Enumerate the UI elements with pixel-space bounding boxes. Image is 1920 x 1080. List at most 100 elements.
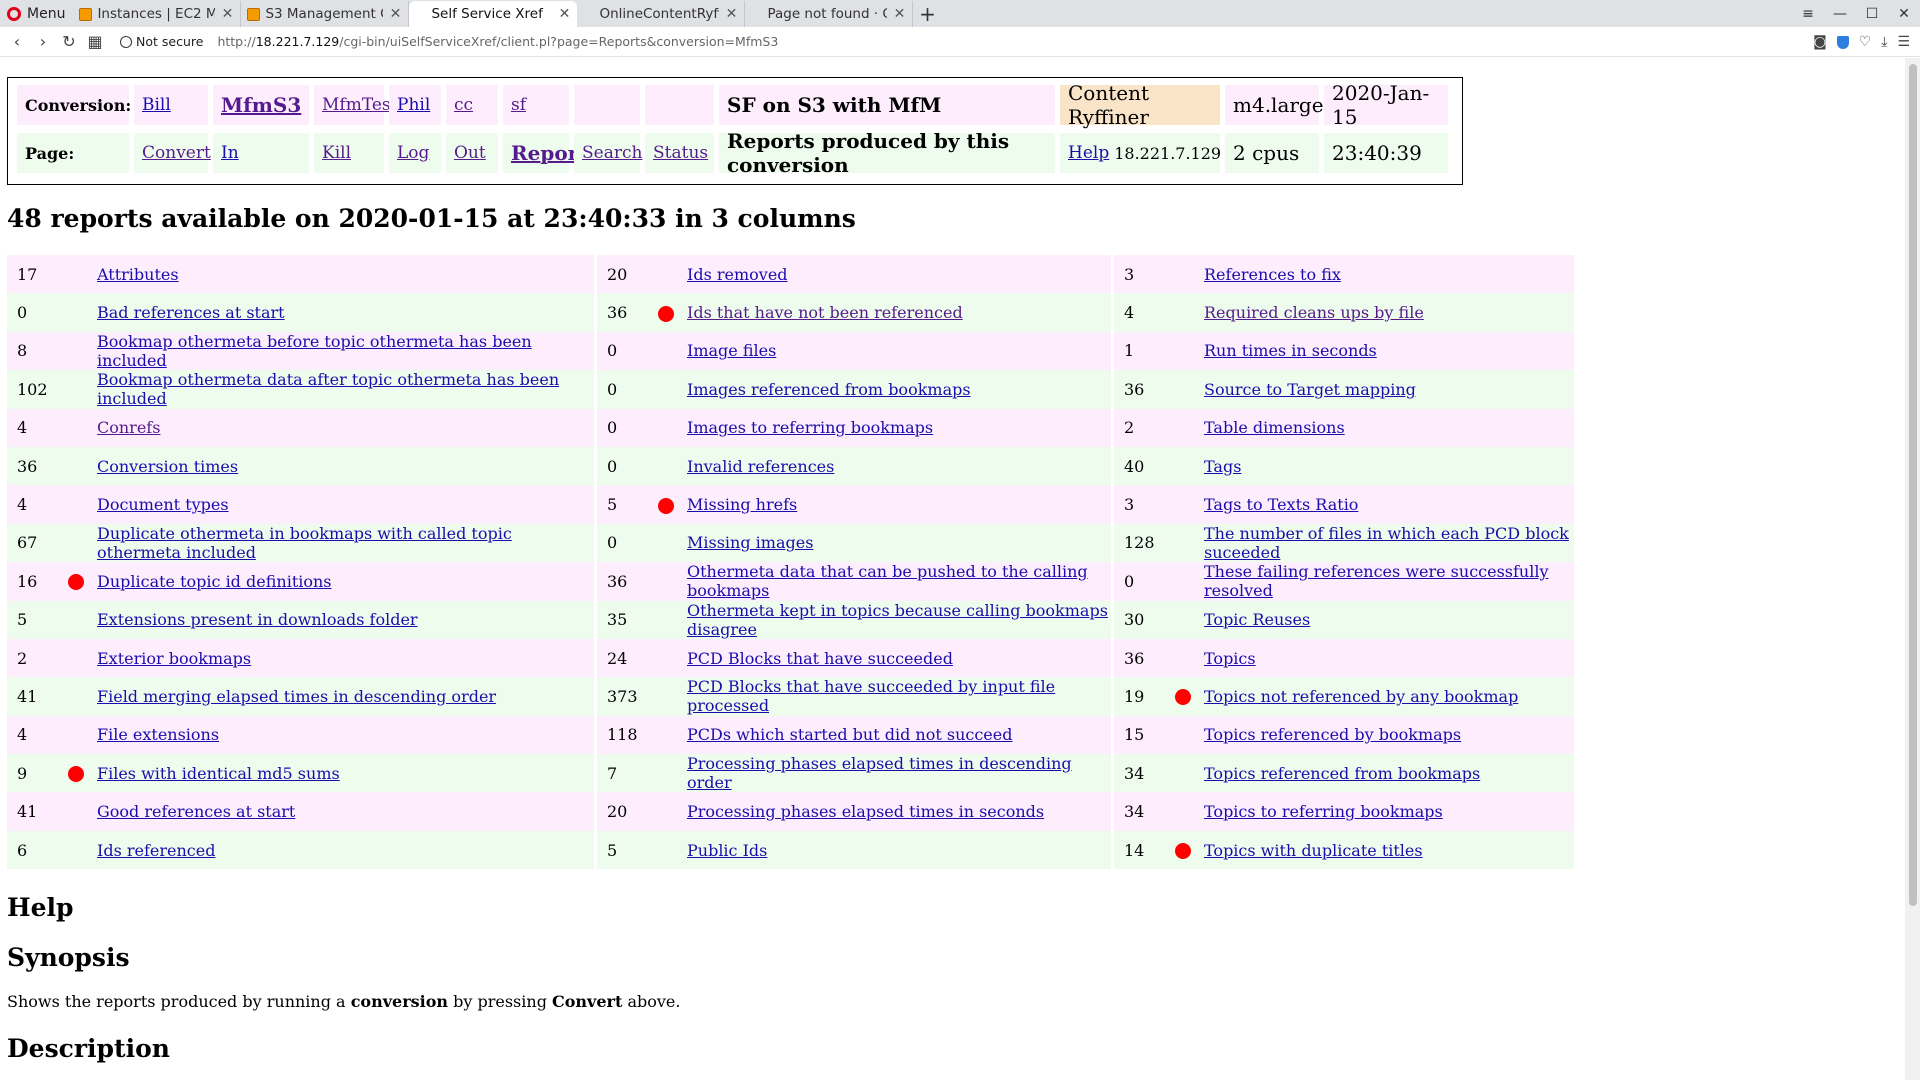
report-link[interactable]: PCDs which started but did not succeed [687, 725, 1012, 744]
report-link[interactable]: Attributes [97, 265, 179, 284]
close-window-icon[interactable]: ✕ [1888, 0, 1920, 27]
shield-icon[interactable] [1836, 35, 1849, 49]
report-link[interactable]: Duplicate topic id definitions [97, 572, 332, 591]
report-link[interactable]: Source to Target mapping [1204, 380, 1416, 399]
security-indicator[interactable]: Not secure [120, 34, 203, 49]
tab-ec2-instances[interactable]: Instances | EC2 Mar ✕ [73, 1, 242, 27]
report-link[interactable]: Topics referenced from bookmaps [1204, 764, 1480, 783]
report-link[interactable]: Bad references at start [97, 303, 285, 322]
back-arrow-icon[interactable]: ‹ [4, 32, 30, 51]
download-icon[interactable]: ⤓ [1881, 34, 1887, 50]
report-count: 17 [7, 255, 54, 294]
close-icon[interactable]: ✕ [724, 6, 738, 22]
tab-page-not-found[interactable]: Page not found · Git ✕ [745, 1, 914, 27]
maximize-icon[interactable]: ☐ [1856, 0, 1888, 27]
report-link[interactable]: Good references at start [97, 802, 295, 821]
close-icon[interactable]: ✕ [220, 6, 234, 22]
report-link[interactable]: Conrefs [97, 418, 160, 437]
easy-setup-icon[interactable]: ☰ [1897, 34, 1910, 50]
report-link[interactable]: Table dimensions [1204, 418, 1345, 437]
page-link[interactable]: In [221, 143, 239, 163]
report-link[interactable]: Topics [1204, 649, 1256, 668]
camera-icon[interactable]: ◙ [1813, 34, 1827, 50]
report-link[interactable]: Bookmap othermeta before topic othermeta… [97, 332, 532, 370]
report-link[interactable]: Ids that have not been referenced [687, 303, 963, 322]
report-link[interactable]: Topics referenced by bookmaps [1204, 725, 1461, 744]
report-link[interactable]: Othermeta data that can be pushed to the… [687, 562, 1088, 600]
minimize-icon[interactable]: — [1824, 0, 1856, 27]
report-link[interactable]: Processing phases elapsed times in secon… [687, 802, 1044, 821]
tab-label: Self Service Xref [431, 6, 543, 22]
report-link[interactable]: Invalid references [687, 457, 834, 476]
report-link[interactable]: Othermeta kept in topics because calling… [687, 601, 1108, 639]
speed-dial-grid-icon[interactable]: ▦ [82, 32, 108, 51]
conversion-link[interactable]: Bill [142, 95, 171, 115]
report-link[interactable]: Public Ids [687, 841, 767, 860]
report-link[interactable]: Extensions present in downloads folder [97, 610, 418, 629]
report-link[interactable]: Required cleans ups by file [1204, 303, 1424, 322]
conversion-link[interactable]: Phil [397, 95, 430, 115]
heart-icon[interactable]: ♡ [1859, 34, 1872, 50]
tab-s3-management[interactable]: S3 Management Co ✕ [241, 1, 410, 27]
report-link[interactable]: Ids removed [687, 265, 788, 284]
page-link[interactable]: Log [397, 143, 429, 163]
page-link[interactable]: Search [582, 143, 642, 163]
tab-menu-icon[interactable]: ≡ [1792, 0, 1824, 27]
forward-arrow-icon[interactable]: › [30, 32, 56, 51]
report-link[interactable]: Conversion times [97, 457, 238, 476]
report-link[interactable]: PCD Blocks that have succeeded by input … [687, 677, 1055, 715]
report-link[interactable]: Tags to Texts Ratio [1204, 495, 1358, 514]
report-link[interactable]: Bookmap othermeta data after topic other… [97, 370, 559, 408]
report-link[interactable]: Ids referenced [97, 841, 215, 860]
report-link[interactable]: File extensions [97, 725, 219, 744]
reload-icon[interactable]: ↻ [56, 32, 82, 51]
report-link[interactable]: Exterior bookmaps [97, 649, 251, 668]
report-link[interactable]: References to fix [1204, 265, 1341, 284]
report-count: 20 [597, 255, 644, 294]
report-link[interactable]: Topics to referring bookmaps [1204, 802, 1443, 821]
browser-menu-button[interactable]: Menu [0, 0, 73, 27]
report-link[interactable]: Missing hrefs [687, 495, 797, 514]
report-link[interactable]: Topics with duplicate titles [1204, 841, 1423, 860]
tab-self-service-xref[interactable]: Self Service Xref ✕ [409, 1, 578, 27]
help-link[interactable]: Help [1068, 143, 1109, 163]
conversion-link[interactable]: sf [511, 95, 526, 115]
report-link[interactable]: These failing references were successful… [1204, 562, 1549, 600]
report-link[interactable]: Topic Reuses [1204, 610, 1310, 629]
report-flag-cell [54, 830, 97, 870]
report-link-cell: Topics to referring bookmaps [1204, 792, 1574, 831]
close-icon[interactable]: ✕ [557, 6, 571, 22]
page-link[interactable]: Kill [322, 143, 351, 163]
new-tab-plus-icon[interactable]: + [913, 0, 941, 27]
conversion-link[interactable]: cc [454, 95, 473, 115]
current-conversion-link[interactable]: MfmS3 [221, 93, 301, 117]
report-link[interactable]: Document types [97, 495, 229, 514]
report-link[interactable]: Files with identical md5 sums [97, 764, 340, 783]
report-link[interactable]: Images to referring bookmaps [687, 418, 933, 437]
page-link[interactable]: Convert [142, 143, 211, 163]
vertical-scrollbar[interactable] [1905, 58, 1920, 1080]
report-link[interactable]: Missing images [687, 533, 813, 552]
report-link[interactable]: Images referenced from bookmaps [687, 380, 971, 399]
tab-online-content-ryffiner[interactable]: OnlineContentRyffin ✕ [577, 1, 746, 27]
close-icon[interactable]: ✕ [892, 6, 906, 22]
conversion-link[interactable]: MfmTest [322, 95, 397, 115]
synopsis-part: Shows the reports produced by running a [7, 992, 351, 1011]
close-icon[interactable]: ✕ [388, 6, 402, 22]
report-link[interactable]: Tags [1204, 457, 1241, 476]
report-link[interactable]: Duplicate othermeta in bookmaps with cal… [97, 524, 512, 562]
report-flag-cell [1161, 600, 1204, 639]
report-link[interactable]: PCD Blocks that have succeeded [687, 649, 953, 668]
report-link[interactable]: Run times in seconds [1204, 341, 1377, 360]
page-link[interactable]: Out [454, 143, 486, 163]
synopsis-convert-term: Convert [552, 992, 623, 1011]
page-link[interactable]: Status [653, 143, 708, 163]
scrollbar-thumb[interactable] [1909, 64, 1917, 906]
report-link[interactable]: Processing phases elapsed times in desce… [687, 754, 1072, 792]
report-link[interactable]: The number of files in which each PCD bl… [1204, 524, 1569, 562]
report-link[interactable]: Topics not referenced by any bookmap [1204, 687, 1518, 706]
url-input[interactable]: http://18.221.7.129/cgi-bin/uiSelfServic… [217, 34, 778, 49]
report-link-cell: Image files [687, 331, 1111, 371]
report-link[interactable]: Image files [687, 341, 776, 360]
report-link[interactable]: Field merging elapsed times in descendin… [97, 687, 496, 706]
